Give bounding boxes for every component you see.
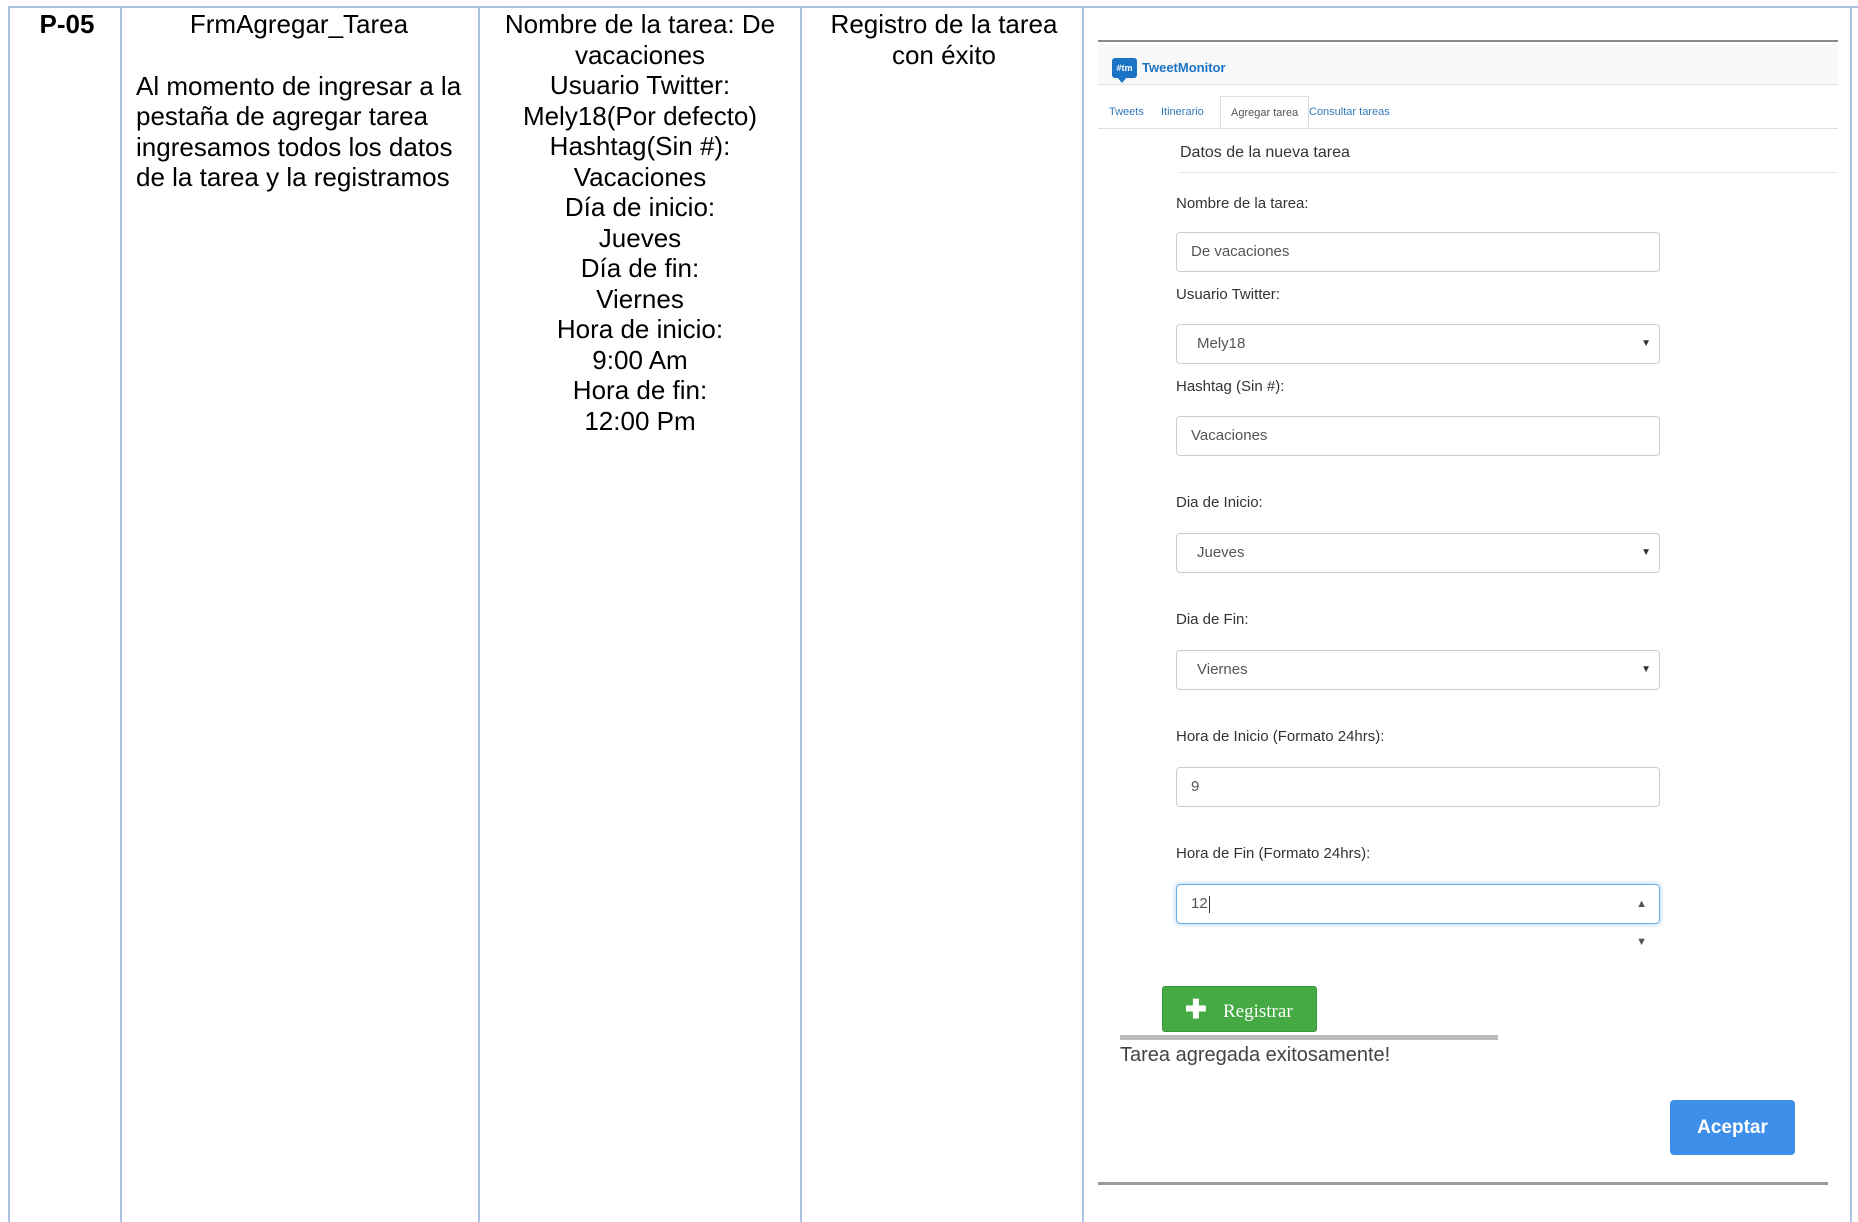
caret-down-icon: ▼ xyxy=(1641,664,1651,675)
form-name: FrmAgregar_Tarea xyxy=(189,9,409,39)
table-top-border xyxy=(8,6,1858,8)
tab-bar: Tweets Itinerario Agregar tarea Consulta… xyxy=(1098,96,1838,129)
tab-consultar-tareas[interactable]: Consultar tareas xyxy=(1309,96,1390,128)
alert-top-divider xyxy=(1120,1035,1498,1040)
start-hour-label: Hora de Inicio (Formato 24hrs): xyxy=(1176,728,1385,745)
table-border-left xyxy=(8,6,10,1222)
caret-down-icon: ▼ xyxy=(1641,547,1651,558)
start-day-value: Jueves xyxy=(1197,544,1245,561)
input-line: Vacaciones xyxy=(573,161,707,192)
expected-line: Registro de la tarea xyxy=(830,9,1058,39)
input-line: Jueves xyxy=(598,222,682,253)
input-line: 12:00 Pm xyxy=(584,405,696,436)
register-button-label: Registrar xyxy=(1223,1001,1293,1022)
end-day-value: Viernes xyxy=(1197,661,1248,678)
task-name-input[interactable]: De vacaciones xyxy=(1176,232,1660,272)
end-day-label: Dia de Fin: xyxy=(1176,611,1249,628)
input-line: Nombre de la tarea: De xyxy=(504,9,776,39)
tab-itinerario[interactable]: Itinerario xyxy=(1161,96,1204,128)
start-hour-input[interactable]: 9 xyxy=(1176,767,1660,807)
end-day-select[interactable]: Viernes ▼ xyxy=(1176,650,1660,690)
input-line: Hora de inicio: xyxy=(556,314,724,344)
input-line: vacaciones xyxy=(574,39,706,70)
table-divider-3 xyxy=(800,6,802,1222)
end-hour-value: 12 xyxy=(1191,895,1208,912)
expected-line: con éxito xyxy=(891,39,997,70)
plus-icon: ✚ xyxy=(1185,994,1207,1024)
twitter-user-value: Mely18 xyxy=(1197,335,1246,352)
navbar: #tm TweetMonitor xyxy=(1098,44,1838,85)
chat-bubble-logo-icon: #tm xyxy=(1112,58,1137,83)
twitter-user-select[interactable]: Mely18 ▼ xyxy=(1176,324,1660,364)
screenshot-bottom-border xyxy=(1098,1182,1828,1185)
section-divider xyxy=(1180,172,1838,173)
tab-agregar-tarea[interactable]: Agregar tarea xyxy=(1220,96,1310,128)
register-button[interactable]: ✚ Registrar xyxy=(1162,986,1317,1032)
input-data-cell: Nombre de la tarea: De vacaciones Usuari… xyxy=(484,9,796,436)
input-line: Día de inicio: xyxy=(564,192,716,222)
hashtag-label: Hashtag (Sin #): xyxy=(1176,378,1285,395)
task-name-label: Nombre de la tarea: xyxy=(1176,195,1309,212)
section-title: Datos de la nueva tarea xyxy=(1180,144,1350,161)
caret-down-icon: ▼ xyxy=(1641,338,1651,349)
accept-button[interactable]: Aceptar xyxy=(1670,1100,1795,1155)
end-hour-label: Hora de Fin (Formato 24hrs): xyxy=(1176,845,1371,862)
input-line: Hora de fin: xyxy=(572,375,708,405)
end-hour-input[interactable]: 12 ▲ ▼ xyxy=(1176,884,1660,948)
input-line: Viernes xyxy=(596,283,684,314)
twitter-user-label: Usuario Twitter: xyxy=(1176,286,1280,303)
input-line: 9:00 Am xyxy=(592,344,688,375)
expected-result-cell: Registro de la tarea con éxito xyxy=(806,9,1082,70)
table-divider-2 xyxy=(478,6,480,1222)
table-divider-4 xyxy=(1082,6,1084,1222)
test-case-table: P-05 FrmAgregar_Tarea Al momento de ingr… xyxy=(0,0,1858,1222)
input-line: Día de fin: xyxy=(580,253,700,283)
success-message: Tarea agregada exitosamente! xyxy=(1120,1044,1391,1066)
table-divider-1 xyxy=(120,6,122,1222)
start-day-label: Dia de Inicio: xyxy=(1176,494,1263,511)
input-line: Usuario Twitter: xyxy=(549,70,731,100)
input-line: Hashtag(Sin #): xyxy=(549,131,731,161)
test-case-id: P-05 xyxy=(39,9,95,39)
start-day-select[interactable]: Jueves ▼ xyxy=(1176,533,1660,573)
table-border-right xyxy=(1850,6,1852,1222)
tab-tweets[interactable]: Tweets xyxy=(1109,96,1144,128)
text-cursor xyxy=(1208,895,1210,913)
brand-name[interactable]: TweetMonitor xyxy=(1142,58,1226,78)
app-screenshot: #tm TweetMonitor Tweets Itinerario Agreg… xyxy=(1098,40,1838,1190)
form-cell: FrmAgregar_Tarea Al momento de ingresar … xyxy=(124,9,474,193)
spinner-icon[interactable]: ▲ ▼ xyxy=(1636,885,1647,961)
test-description: Al momento de ingresar a la pestaña de a… xyxy=(136,70,462,193)
screenshot-top-border xyxy=(1098,40,1838,42)
input-line: Mely18(Por defecto) xyxy=(522,100,758,131)
hashtag-input[interactable]: Vacaciones xyxy=(1176,416,1660,456)
